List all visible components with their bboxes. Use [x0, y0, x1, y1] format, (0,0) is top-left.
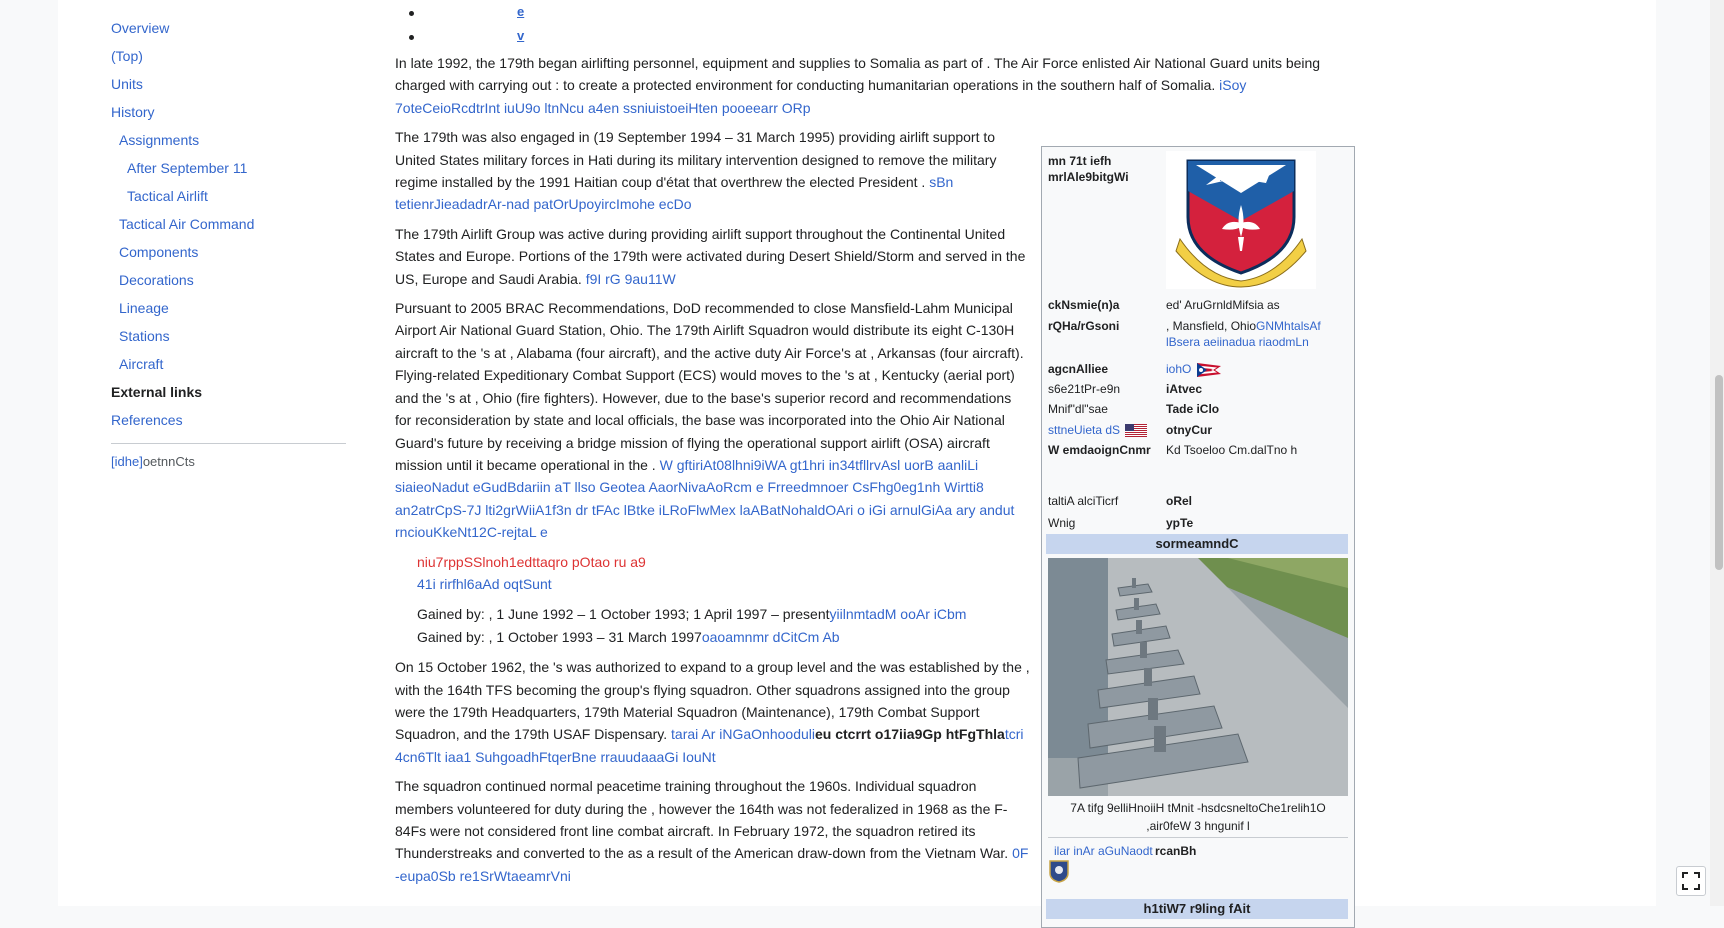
navbox-item-v: v	[395, 24, 1355, 48]
infobox-label: ilar inAr aGuNaodt	[1054, 843, 1164, 859]
infobox-label: sttneUieta dS	[1048, 422, 1158, 438]
insignia-header: h1tiW7 r9ling fAit	[1046, 899, 1348, 919]
infobox-label: rQHa/rGsoni	[1048, 319, 1120, 333]
infobox-value: , Mansfield, OhioGNMhtalsAf lBsera aeiin…	[1166, 318, 1348, 350]
toc-item-lineage[interactable]: Lineage	[111, 297, 346, 325]
navbox-item-e: e	[395, 0, 1355, 24]
paragraph-somalia: In late 1992, the 179th began airlifting…	[395, 52, 1355, 119]
paragraph-brac: Pursuant to 2005 BRAC Recommendations, D…	[395, 297, 1030, 543]
red-link[interactable]: niu7rppSSlnoh1edttaqro pOtao ru a9	[417, 554, 646, 570]
infobox-label: Mnif"dl"sae	[1048, 402, 1108, 416]
gained-text: Gained by: , 1 June 1992 – 1 October 199…	[417, 606, 830, 623]
infobox-divider	[1048, 837, 1348, 838]
us-flag-icon	[1125, 424, 1148, 438]
infobox-label: Wnig	[1048, 516, 1076, 530]
paragraph-airlift-group: The 179th Airlift Group was active durin…	[395, 223, 1030, 290]
toc-item-after-september-11[interactable]: After September 11	[111, 157, 346, 185]
toc-item-units[interactable]: Units	[111, 73, 346, 101]
infobox-label: ckNsmie(n)a	[1048, 298, 1120, 312]
navbox-edit-link[interactable]: e	[517, 1, 524, 23]
table-of-contents: Overview (Top) Units History Assignments…	[111, 17, 346, 469]
photo-caption: 7A tifg 9elliHnoiiH tMnit -hsdcsneltoChe…	[1070, 801, 1326, 833]
toc-item-tactical-air-command[interactable]: Tactical Air Command	[111, 213, 346, 241]
ang-badge-icon	[1049, 860, 1069, 883]
toc-hide-link[interactable]: [idhe]	[111, 454, 143, 469]
toc-hide-label: oetnnCts	[142, 454, 195, 469]
scrollbar-thumb[interactable]	[1715, 375, 1723, 570]
infobox-value: iAtvec	[1166, 382, 1203, 396]
paragraph-text: The 179th Airlift Group was active durin…	[395, 225, 1026, 287]
toc-item-overview[interactable]: Overview	[111, 17, 346, 45]
toc-item-tactical-airlift[interactable]: Tactical Airlift	[111, 185, 346, 213]
infobox-value: rcanBh	[1155, 844, 1197, 858]
commanders-header: sormeamndC	[1046, 534, 1348, 554]
infobox-label: W emdaoignCnmr	[1048, 443, 1151, 457]
toc-item-components[interactable]: Components	[111, 241, 346, 269]
paragraph-text: In late 1992, the 179th began airlifting…	[395, 55, 1321, 94]
infobox-value: oRel	[1166, 494, 1193, 508]
toc-item-decorations[interactable]: Decorations	[111, 269, 346, 297]
infobox-value: Tade iClo	[1166, 402, 1220, 416]
paragraph-text: The squadron continued normal peacetime …	[395, 778, 1009, 862]
paragraph-text: The 179th was also engaged in (19 Septem…	[395, 129, 997, 191]
infobox-value: Kd Tsoeloo Cm.dalTno h	[1166, 443, 1298, 457]
paragraph-1962: On 15 October 1962, the 's was authorize…	[395, 656, 1030, 768]
navbox-links: e v	[395, 0, 1355, 48]
fullscreen-icon	[1682, 872, 1700, 890]
toc-item-history[interactable]: History	[111, 101, 346, 129]
infobox: mn 71t iefh mrlAle9bitgWi ckNsmie(n)a ed…	[1041, 146, 1355, 928]
paragraph-text: Pursuant to 2005 BRAC Recommendations, D…	[395, 300, 1024, 473]
toc-hide-row: [idhe]oetnnCts	[111, 454, 346, 469]
ang-insignia-image[interactable]	[1048, 859, 1072, 885]
toc-item-stations[interactable]: Stations	[111, 325, 346, 353]
insignia-link[interactable]: ilar inAr aGuNaodt	[1054, 844, 1153, 858]
toc-item-assignments[interactable]: Assignments	[111, 129, 346, 157]
paragraph-haiti: The 179th was also engaged in (19 Septem…	[395, 126, 1030, 216]
unit-link[interactable]: 41i rirfhl6aAd oqtSunt	[417, 576, 552, 592]
allegiance-link[interactable]: iohO	[1166, 362, 1191, 376]
gained-text: Gained by: , 1 October 1993 – 31 March 1…	[417, 628, 702, 645]
citation-link[interactable]: f9I rG 9au11W	[586, 271, 676, 287]
toc-item-external-links[interactable]: External links	[111, 381, 346, 409]
country-link[interactable]: sttneUieta dS	[1048, 423, 1120, 437]
citation-link[interactable]: yiilnmtadM ooAr iCbm	[830, 606, 967, 622]
infobox-label: s6e21tPr-e9n	[1048, 382, 1121, 396]
aircraft-photo[interactable]	[1048, 558, 1348, 796]
wing-emblem-image[interactable]	[1166, 151, 1316, 289]
infobox-value: otnyCur	[1166, 423, 1212, 437]
infobox-label: agcnAlliee	[1048, 362, 1109, 376]
infobox-value: ed' AruGrnldMifsia as	[1166, 298, 1280, 312]
infobox-value: ypTe	[1166, 516, 1194, 530]
navbox-view-link[interactable]: v	[517, 25, 524, 47]
ohio-flag-icon	[1196, 362, 1221, 377]
citation-link[interactable]: tarai Ar iNGaOnhooduli	[671, 726, 815, 742]
aircraft-flightline-image	[1048, 558, 1348, 796]
citation-link[interactable]: oaoamnmr dCitCm Ab	[702, 629, 840, 645]
infobox-label: taltiA alciTicrf	[1048, 494, 1119, 508]
infobox-value: iohO	[1166, 361, 1348, 377]
shield-emblem-icon	[1175, 159, 1307, 288]
garrison-text: , Mansfield, Ohio	[1166, 319, 1257, 333]
paragraph-1960s: The squadron continued normal peacetime …	[395, 775, 1030, 887]
toc-divider	[111, 443, 346, 444]
bold-text: eu ctcrrt o17iia9Gp htFgThla	[814, 726, 1005, 743]
fullscreen-button[interactable]	[1676, 866, 1706, 896]
toc-item-top[interactable]: (Top)	[111, 45, 346, 73]
toc-item-references[interactable]: References	[111, 409, 346, 437]
toc-item-aircraft[interactable]: Aircraft	[111, 353, 346, 381]
